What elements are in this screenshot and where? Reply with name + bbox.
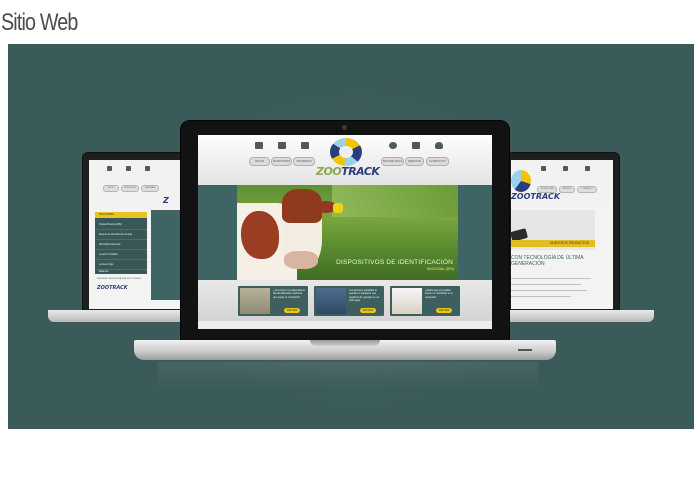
right-tagline: CON TECNOLOGÍA DE ÚLTIMA GENERACIÓN xyxy=(511,255,584,267)
feature-image-cattle xyxy=(240,288,270,314)
divider xyxy=(511,284,581,285)
left-footer-logo: ZOOTRACK xyxy=(97,285,128,291)
nav-button-service[interactable]: SERVICE xyxy=(405,157,424,166)
ear-tag-icon xyxy=(333,203,343,213)
feature-more-button[interactable]: VER MÁS xyxy=(436,308,452,313)
feature-more-button[interactable]: VER MÁS xyxy=(284,308,300,313)
menu-item[interactable]: Lectores Fijos xyxy=(95,260,147,270)
page-heading: Sitio Web xyxy=(1,9,78,36)
headset-icon xyxy=(435,142,443,149)
headset-icon xyxy=(585,166,590,171)
solutions-heading: SOLUCIONES xyxy=(95,212,147,218)
left-body-area xyxy=(151,210,181,300)
right-nav-btn-tecnologia[interactable]: TECNOLOGÍA xyxy=(537,186,557,193)
site-body: DISPOSITIVOS DE IDENTIFICACIÓN NACIONAL … xyxy=(198,185,492,329)
feature-text: ¿Sabía que es posible poner un microchip… xyxy=(425,289,453,299)
monitor-icon xyxy=(412,142,420,149)
menu-item[interactable]: Microchips Mascotas xyxy=(95,240,147,250)
left-laptop-base xyxy=(48,310,198,322)
feature-card-readers[interactable]: Los lectores portátiles le ayudan a mant… xyxy=(314,286,384,316)
right-laptop: ZOOTRACK TECNOLOGÍA SERVICE CONTACTO NUE… xyxy=(488,152,658,332)
feature-card-tags[interactable]: ¿Ya conoce los dispositivos de identific… xyxy=(238,286,308,316)
cow-patch xyxy=(241,211,279,259)
menu-item[interactable]: Sistema de Identificación Animal xyxy=(95,230,147,240)
main-website-preview: INICIO NOSOTROS SISTEMAS TECNOLOGÍA SERV… xyxy=(198,135,492,329)
right-nav-btn-contacto[interactable]: CONTACTO xyxy=(577,186,597,193)
right-laptop-screen: ZOOTRACK TECNOLOGÍA SERVICE CONTACTO NUE… xyxy=(506,152,620,312)
site-header: INICIO NOSOTROS SISTEMAS TECNOLOGÍA SERV… xyxy=(198,135,492,185)
nav-button-inicio[interactable]: INICIO xyxy=(249,157,270,166)
menu-item[interactable]: Chapas Bovinas (DIN) xyxy=(95,220,147,230)
left-site-header: INICIO NOSOTROS SISTEMAS Z xyxy=(89,160,181,208)
main-laptop-screen: INICIO NOSOTROS SISTEMAS TECNOLOGÍA SERV… xyxy=(180,120,510,344)
main-laptop-base xyxy=(134,340,556,360)
right-website-preview: ZOOTRACK TECNOLOGÍA SERVICE CONTACTO NUE… xyxy=(511,160,613,309)
nav-button-contacto[interactable]: CONTACTO xyxy=(426,157,449,166)
feature-more-button[interactable]: VER MÁS xyxy=(360,308,376,313)
products-label[interactable]: NUESTROS PRODUCTOS xyxy=(511,240,595,247)
left-footer-text: BIENVENIDO A LA NUEVA WEB DE ZOOTRACK xyxy=(97,278,142,280)
divider xyxy=(511,296,571,297)
home-icon xyxy=(255,142,263,149)
divider xyxy=(511,290,587,291)
menu-item[interactable]: Lectores Portátiles xyxy=(95,250,147,260)
feature-image-puppy xyxy=(392,288,422,314)
banner-sky xyxy=(332,185,458,217)
right-laptop-base xyxy=(494,310,654,322)
service-icon xyxy=(563,166,568,171)
nav-button-nosotros[interactable]: NOSOTROS xyxy=(271,157,292,166)
hero-banner: DISPOSITIVOS DE IDENTIFICACIÓN NACIONAL … xyxy=(237,185,458,280)
left-laptop-screen: INICIO NOSOTROS SISTEMAS Z Chapas Bovina… xyxy=(82,152,188,312)
lid-notch xyxy=(310,340,380,346)
logo-prefix: ZOO xyxy=(316,165,342,178)
right-logo-mark-icon xyxy=(511,170,531,192)
logo-ring-icon xyxy=(330,138,362,166)
divider xyxy=(511,278,591,279)
zootrack-logo[interactable]: ZOOTRACK xyxy=(316,138,380,182)
left-nav-btn-inicio[interactable]: INICIO xyxy=(103,185,119,192)
site-footer-bar xyxy=(198,321,492,329)
logo-wordmark: ZOOTRACK xyxy=(316,165,380,178)
settings-icon xyxy=(541,166,546,171)
banner-subtitle: NACIONAL (DIN) xyxy=(426,267,454,271)
feature-image-reader xyxy=(316,288,346,314)
feature-text: ¿Ya conoce los dispositivos de identific… xyxy=(273,289,305,299)
right-site-header: ZOOTRACK TECNOLOGÍA SERVICE CONTACTO xyxy=(511,160,613,204)
gear-icon xyxy=(389,142,397,149)
menu-item[interactable]: Balanzas xyxy=(95,270,147,274)
chip-icon xyxy=(145,166,150,171)
home-icon xyxy=(107,166,112,171)
nav-button-sistemas[interactable]: SISTEMAS xyxy=(293,157,315,166)
right-site-logo: ZOOTRACK xyxy=(511,192,561,201)
left-website-preview: INICIO NOSOTROS SISTEMAS Z Chapas Bovina… xyxy=(89,160,181,309)
left-solutions-menu: Chapas Bovinas (DIN) Sistema de Identifi… xyxy=(95,212,147,274)
left-site-logo: Z xyxy=(163,196,169,205)
nav-button-tecnologia[interactable]: TECNOLOGÍA xyxy=(381,157,404,166)
feature-text: Los lectores portátiles le ayudan a mant… xyxy=(349,289,380,303)
power-indicator xyxy=(518,349,532,351)
logo-suffix: TRACK xyxy=(341,165,380,178)
left-nav-btn-nosotros[interactable]: NOSOTROS xyxy=(121,185,139,192)
banner-title: DISPOSITIVOS DE IDENTIFICACIÓN xyxy=(336,259,453,266)
cattle-icon xyxy=(126,166,131,171)
left-nav-btn-sistemas[interactable]: SISTEMAS xyxy=(141,185,159,192)
features-strip: ¿Ya conoce los dispositivos de identific… xyxy=(198,280,492,329)
mockup-stage: INICIO NOSOTROS SISTEMAS Z Chapas Bovina… xyxy=(8,44,694,429)
laptop-reflection xyxy=(158,362,538,390)
right-nav-btn-service[interactable]: SERVICE xyxy=(559,186,575,193)
chip-icon xyxy=(301,142,309,149)
cattle-icon xyxy=(278,142,286,149)
webcam-icon xyxy=(342,125,347,130)
feature-card-pets[interactable]: ¿Sabía que es posible poner un microchip… xyxy=(390,286,460,316)
